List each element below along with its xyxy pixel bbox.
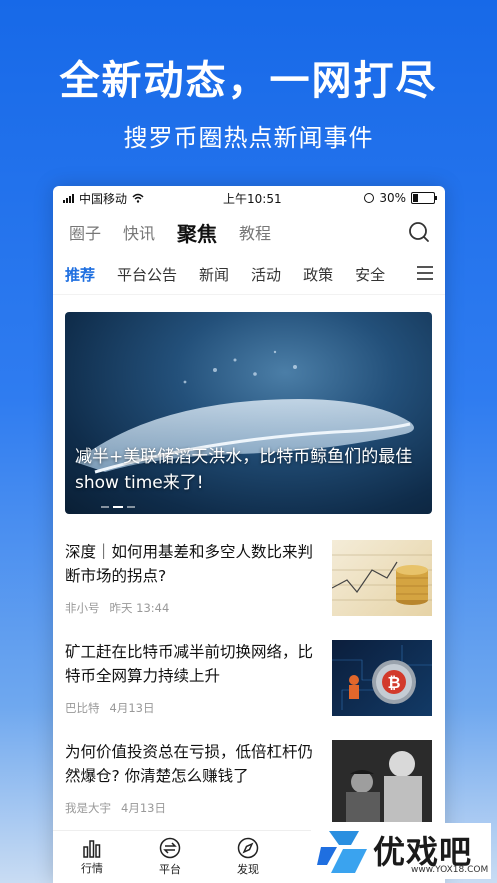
article-thumbnail — [332, 740, 432, 822]
article-time: 4月13日 — [121, 801, 166, 815]
article-time: 昨天 13:44 — [109, 601, 170, 615]
subtab-platform-notice[interactable]: 平台公告 — [117, 264, 177, 285]
article-title: 深度｜如何用基差和多空人数比来判断市场的拐点? — [65, 543, 314, 585]
phone-screen: 中国移动 上午10:51 30% 圈子 快讯 聚焦 教程 推荐 平台公告 新闻 … — [53, 186, 445, 883]
article-thumbnail: ₿ — [332, 640, 432, 716]
subtab-events[interactable]: 活动 — [251, 264, 281, 285]
nav-label: 平台 — [159, 863, 181, 876]
tab-tutorial[interactable]: 教程 — [239, 220, 271, 244]
banner-title: 减半+美联储滔天洪水，比特币鲸鱼们的最佳show time来了! — [75, 447, 413, 493]
menu-icon[interactable] — [411, 266, 433, 280]
compass-icon — [237, 837, 259, 859]
article-meta: 我是大宇 4月13日 — [65, 800, 176, 816]
promo-subtitle: 搜罗币圈热点新闻事件 — [123, 124, 374, 152]
category-tab-bar: 推荐 平台公告 新闻 活动 政策 安全 — [53, 254, 445, 295]
signal-icon — [63, 193, 74, 203]
subtab-recommend[interactable]: 推荐 — [65, 264, 95, 285]
battery-percent: 30% — [379, 191, 406, 205]
nav-market[interactable]: 行情 — [53, 831, 131, 883]
watermark-url: www.YOX18.COM — [411, 865, 489, 875]
carrier-label: 中国移动 — [79, 191, 128, 206]
bar-chart-icon — [83, 840, 101, 858]
article-item[interactable]: 矿工赶在比特币减半前切换网络，比特币全网算力持续上升 巴比特 4月13日 ₿ — [65, 640, 432, 726]
subtab-policy[interactable]: 政策 — [303, 264, 333, 285]
article-meta: 非小号 昨天 13:44 — [65, 600, 179, 616]
nav-discover[interactable]: 发现 — [209, 831, 287, 883]
nav-label: 行情 — [81, 862, 103, 875]
subtab-news[interactable]: 新闻 — [199, 264, 229, 285]
article-meta: 巴比特 4月13日 — [65, 700, 164, 716]
article-author: 巴比特 — [65, 701, 100, 715]
watermark-icon — [317, 831, 367, 873]
tab-circle[interactable]: 圈子 — [69, 220, 101, 244]
wifi-icon — [132, 193, 144, 203]
promo-title: 全新动态，一网打尽 — [59, 58, 438, 104]
article-title: 矿工赶在比特币减半前切换网络，比特币全网算力持续上升 — [65, 643, 314, 685]
search-icon[interactable] — [407, 220, 431, 244]
clock: 上午10:51 — [223, 191, 282, 206]
nav-platform[interactable]: 平台 — [131, 831, 209, 883]
carousel-indicator — [101, 506, 135, 508]
article-time: 4月13日 — [109, 701, 155, 715]
status-bar: 中国移动 上午10:51 30% — [53, 186, 445, 210]
article-item[interactable]: 深度｜如何用基差和多空人数比来判断市场的拐点? 非小号 昨天 13:44 — [65, 540, 432, 626]
watermark-logo: 优戏吧 www.YOX18.COM — [311, 823, 491, 879]
article-title: 为何价值投资总在亏损，低倍杠杆仍然爆仓? 你清楚怎么赚钱了 — [65, 743, 314, 785]
article-author: 我是大宇 — [65, 801, 111, 815]
tab-flash-news[interactable]: 快讯 — [123, 220, 155, 244]
exchange-icon — [159, 837, 181, 859]
featured-banner[interactable]: 减半+美联储滔天洪水，比特币鲸鱼们的最佳show time来了! — [65, 312, 432, 514]
nav-label: 发现 — [237, 863, 259, 876]
subtab-security[interactable]: 安全 — [355, 264, 385, 285]
battery-icon — [411, 192, 437, 204]
article-item[interactable]: 为何价值投资总在亏损，低倍杠杆仍然爆仓? 你清楚怎么赚钱了 我是大宇 4月13日 — [65, 740, 432, 826]
top-tab-bar: 圈子 快讯 聚焦 教程 — [53, 210, 445, 254]
rotation-lock-icon — [364, 193, 375, 203]
article-thumbnail — [332, 540, 432, 616]
svg-text:₿: ₿ — [387, 673, 400, 692]
article-author: 非小号 — [65, 601, 100, 615]
tab-focus[interactable]: 聚焦 — [177, 218, 217, 247]
